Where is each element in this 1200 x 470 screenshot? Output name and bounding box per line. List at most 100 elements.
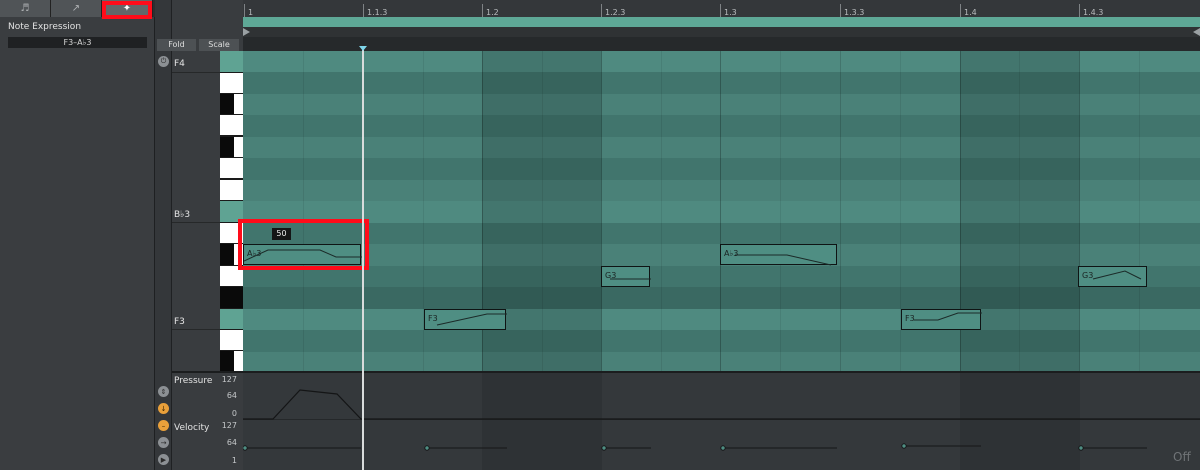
pitch-label-f3: F3 xyxy=(174,317,185,327)
ruler-tick xyxy=(601,4,602,17)
piano-key-bb3[interactable] xyxy=(220,201,243,222)
pressure-max: 127 xyxy=(221,375,237,384)
ruler-mark: 1.1.3 xyxy=(367,8,388,17)
scrub-area[interactable] xyxy=(243,37,1200,51)
piano-key-eb4-black[interactable] xyxy=(220,94,234,114)
piano-key-b3[interactable] xyxy=(220,180,243,200)
ruler-mark: 1.2.3 xyxy=(605,8,626,17)
pressure-lane-toggle-icon[interactable]: ↓ xyxy=(158,403,169,414)
piano-key-f4[interactable] xyxy=(220,51,243,72)
pressure-min: 0 xyxy=(231,409,237,418)
note-label: A♭3 xyxy=(724,249,739,258)
ruler-mark: 1.4 xyxy=(964,8,977,17)
velocity-mid: 64 xyxy=(226,438,237,447)
pressure-mid: 64 xyxy=(226,391,237,400)
grid-line xyxy=(840,51,841,371)
midi-note[interactable]: G3 xyxy=(1078,266,1147,287)
preview-toggle-icon[interactable]: ⏻ xyxy=(158,56,169,67)
loop-end-marker-icon[interactable] xyxy=(1193,28,1200,36)
tab-envelopes[interactable]: ↗ xyxy=(51,0,102,17)
ruler-tick xyxy=(482,4,483,17)
ruler-tick xyxy=(840,4,841,17)
velocity-max: 127 xyxy=(221,421,237,430)
loop-brace[interactable] xyxy=(243,17,1200,27)
grid-line xyxy=(601,51,602,371)
pressure-lane-label: Pressure xyxy=(174,376,213,386)
piano-key-c4[interactable] xyxy=(220,158,243,178)
grid-line xyxy=(1139,51,1140,371)
key-separator xyxy=(172,72,220,73)
key-separator xyxy=(172,329,220,330)
note-range-field[interactable]: F3–A♭3 xyxy=(8,37,147,48)
piano-key-eb3-white[interactable] xyxy=(234,351,243,371)
note-expression-icon: ✦ xyxy=(122,3,132,14)
velocity-value-badge: 50 xyxy=(272,228,291,240)
playhead-marker-icon[interactable] xyxy=(359,46,367,51)
midi-note[interactable]: A♭3 xyxy=(243,244,362,265)
velocity-lane-toggle-icon[interactable]: – xyxy=(158,420,169,431)
ruler-tick xyxy=(960,4,961,17)
midi-note[interactable]: F3 xyxy=(901,309,982,330)
piano-key-ab3-black[interactable] xyxy=(220,244,234,265)
ruler-mark: 1.2 xyxy=(486,8,499,17)
ruler-mark: 1.3.3 xyxy=(844,8,865,17)
piano-key-eb3[interactable] xyxy=(220,351,234,371)
tab-notes[interactable]: ♬ xyxy=(0,0,51,17)
playhead[interactable] xyxy=(362,48,364,470)
piano-keyboard[interactable] xyxy=(220,51,243,371)
piano-key-g3[interactable] xyxy=(220,266,243,286)
timeline-ruler[interactable]: 1 1.1.3 1.2 1.2.3 1.3 1.3.3 1.4 1.4.3 xyxy=(243,0,1200,17)
pitch-label-f4: F4 xyxy=(174,59,185,69)
grid-line xyxy=(303,51,304,371)
grid-line xyxy=(1079,51,1080,371)
scale-button[interactable]: Scale xyxy=(199,39,239,51)
piano-key-gb3[interactable] xyxy=(220,287,243,308)
piano-key-e4[interactable] xyxy=(220,73,243,93)
grid-line xyxy=(720,51,721,371)
loop-start-marker-icon[interactable] xyxy=(243,28,250,36)
grid-line xyxy=(542,51,543,371)
note-grid[interactable]: A♭3 G3 F3 A♭3 F3 G3 xyxy=(243,51,1200,371)
pressure-curve[interactable] xyxy=(243,389,1200,420)
music-note-icon: ♬ xyxy=(20,3,30,14)
grid-line xyxy=(780,51,781,371)
envelope-icon: ↗ xyxy=(71,3,81,14)
midi-note[interactable]: A♭3 xyxy=(720,244,837,266)
velocity-lane-label: Velocity xyxy=(174,423,210,433)
key-separator xyxy=(172,222,220,223)
ruler-tick xyxy=(720,4,721,17)
note-label: F3 xyxy=(428,314,438,323)
ruler-tick xyxy=(1079,4,1080,17)
play-icon[interactable]: ▶ xyxy=(158,454,169,465)
note-label: G3 xyxy=(1082,271,1094,280)
piano-key-f3[interactable] xyxy=(220,309,243,329)
velocity-arrow-icon[interactable]: → xyxy=(158,437,169,448)
grid-line xyxy=(1019,51,1020,371)
control-column xyxy=(155,0,172,470)
off-label: Off xyxy=(1173,450,1191,464)
piano-key-d4[interactable] xyxy=(220,115,243,135)
ruler-mark: 1.4.3 xyxy=(1083,8,1104,17)
ruler-mark: 1 xyxy=(248,8,254,17)
grid-line xyxy=(661,51,662,371)
ruler-mark: 1.3 xyxy=(724,8,737,17)
ruler-tick xyxy=(244,4,245,17)
panel-tabs: ♬ ↗ ✦ xyxy=(0,0,155,17)
lane-arrows-icon[interactable]: ⇕ xyxy=(158,386,169,397)
velocity-min: 1 xyxy=(231,456,237,465)
midi-note[interactable]: G3 xyxy=(601,266,651,287)
fold-button[interactable]: Fold xyxy=(157,39,196,51)
note-label: A♭3 xyxy=(247,249,262,258)
piano-key-e3[interactable] xyxy=(220,330,243,350)
note-expression-title: Note Expression xyxy=(8,22,82,32)
piano-key-a3[interactable] xyxy=(220,223,243,243)
midi-note[interactable]: F3 xyxy=(424,309,507,330)
note-label: F3 xyxy=(905,314,915,323)
note-label: G3 xyxy=(605,271,617,280)
piano-key-db4-black[interactable] xyxy=(220,137,234,157)
pitch-label-bb3: B♭3 xyxy=(174,210,191,220)
expression-lanes[interactable] xyxy=(243,373,1200,470)
tab-note-expression[interactable]: ✦ xyxy=(102,0,153,17)
loop-strip[interactable] xyxy=(243,27,1200,37)
clip-detail-panel: ♬ ↗ ✦ Note Expression F3–A♭3 xyxy=(0,0,155,470)
